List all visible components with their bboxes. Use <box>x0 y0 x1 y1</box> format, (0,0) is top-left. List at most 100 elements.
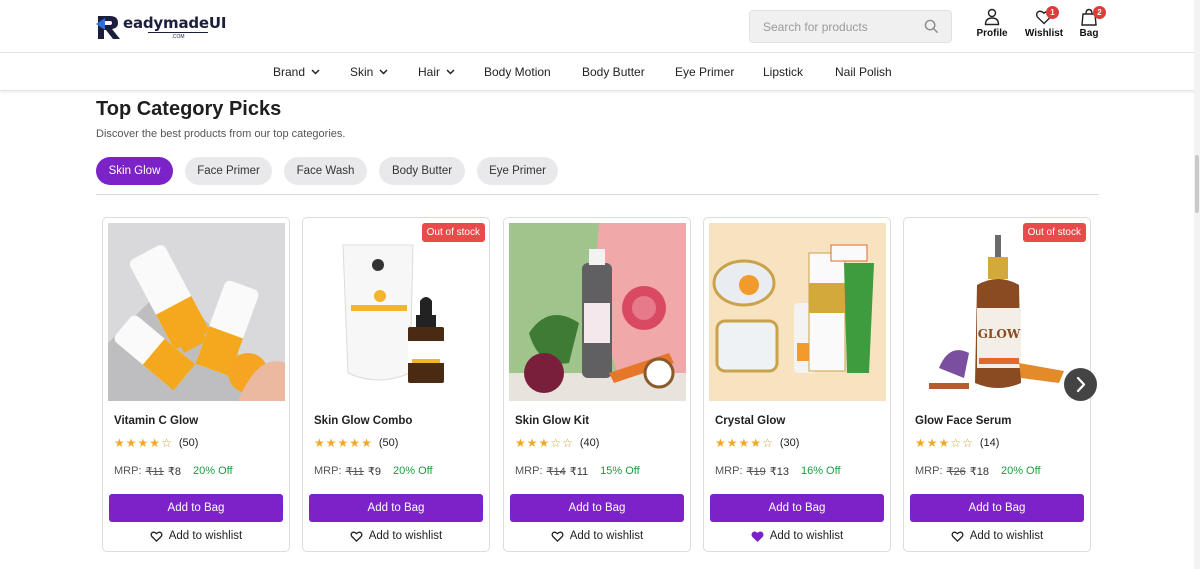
star-empty-icon: ☆ <box>161 436 172 450</box>
product-image[interactable] <box>709 223 886 401</box>
mrp-label: MRP: <box>915 465 943 477</box>
star-filled-icon: ★ <box>715 436 726 450</box>
nav-item-brand[interactable]: Brand <box>273 65 320 79</box>
tab-skin-glow[interactable]: Skin Glow <box>96 157 173 185</box>
product-image[interactable] <box>108 223 285 401</box>
star-filled-icon: ★ <box>515 436 526 450</box>
product-image[interactable] <box>308 223 485 401</box>
add-to-bag-button[interactable]: Add to Bag <box>109 494 283 522</box>
product-card[interactable]: GLOW Out of stock Glow Face Serum ★ ★ ★ ☆ ☆ … <box>903 217 1091 552</box>
nav-label: Skin <box>350 65 374 79</box>
top-header: eadymadeUI .COM Profile 1 Wishlist 2 Bag <box>0 0 1200 53</box>
tab-eye-primer[interactable]: Eye Primer <box>477 157 558 185</box>
product-price: MRP: ₹11 ₹9 20% Off <box>314 465 433 478</box>
add-to-bag-button[interactable]: Add to Bag <box>910 494 1084 522</box>
nav-label: Hair <box>418 65 441 79</box>
add-to-wishlist-button[interactable]: Add to wishlist <box>704 530 890 542</box>
wishlist-button[interactable]: 1 Wishlist <box>1024 6 1064 39</box>
add-to-bag-button[interactable]: Add to Bag <box>710 494 884 522</box>
add-to-wishlist-button[interactable]: Add to wishlist <box>103 530 289 542</box>
search-box <box>749 10 952 43</box>
star-filled-icon: ★ <box>926 436 938 450</box>
mrp-label: MRP: <box>715 465 743 477</box>
nav-item-body-butter[interactable]: Body Butter <box>582 65 645 79</box>
page-scrollbar[interactable] <box>1194 0 1200 569</box>
discount-label: 15% Off <box>600 465 640 477</box>
product-image[interactable] <box>509 223 686 401</box>
carousel-next-button[interactable] <box>1064 368 1097 401</box>
current-price: ₹13 <box>769 466 789 478</box>
old-price: ₹14 <box>546 466 566 478</box>
star-filled-icon: ★ <box>149 436 161 450</box>
star-filled-icon: ★ <box>114 436 125 450</box>
product-rating: ★ ★ ★ ☆ ☆ (14) <box>915 436 999 450</box>
add-to-bag-button[interactable]: Add to Bag <box>309 494 483 522</box>
product-name[interactable]: Crystal Glow <box>715 415 785 427</box>
discount-label: 20% Off <box>1000 465 1041 477</box>
tab-face-primer[interactable]: Face Primer <box>185 157 272 185</box>
tab-body-butter[interactable]: Body Butter <box>379 157 465 185</box>
add-to-wishlist-button[interactable]: Add to wishlist <box>303 530 489 542</box>
current-price: ₹9 <box>367 466 382 478</box>
nav-item-lipstick[interactable]: Lipstick <box>763 65 803 79</box>
bag-label: Bag <box>1079 28 1099 39</box>
product-card[interactable]: Out of stock Skin Glow Combo ★ ★ ★ ★ ★ (50) … <box>302 217 490 552</box>
star-filled-icon: ★ <box>125 436 137 450</box>
star-filled-icon: ★ <box>538 436 550 450</box>
wishlist-label: Wishlist <box>1024 28 1064 39</box>
product-name[interactable]: Skin Glow Combo <box>314 415 412 427</box>
product-rating: ★ ★ ★ ☆ ☆ (40) <box>515 436 599 450</box>
product-card[interactable]: Vitamin C Glow ★ ★ ★ ★ ☆ (50) MRP: ₹11 ₹8 20… <box>102 217 290 552</box>
add-to-bag-button[interactable]: Add to Bag <box>510 494 684 522</box>
tab-face-wash[interactable]: Face Wash <box>284 157 367 185</box>
heart-filled-icon <box>751 531 764 542</box>
star-filled-icon: ★ <box>726 436 738 450</box>
star-empty-icon: ☆ <box>950 436 962 450</box>
discount-label: 16% Off <box>800 465 841 477</box>
product-card[interactable]: Crystal Glow ★ ★ ★ ★ ☆ (30) MRP: ₹19 ₹13 16%… <box>703 217 891 552</box>
product-image[interactable]: GLOW <box>909 223 1086 401</box>
current-price: ₹18 <box>969 466 989 478</box>
nav-item-body-motion[interactable]: Body Motion <box>484 65 551 79</box>
star-empty-icon: ☆ <box>962 436 973 450</box>
nav-label: Eye Primer <box>675 65 735 79</box>
product-rating: ★ ★ ★ ★ ☆ (30) <box>715 436 799 450</box>
section-title: Top Category Picks <box>96 98 282 120</box>
product-price: MRP: ₹19 ₹13 16% Off <box>715 465 841 478</box>
heart-outline-icon <box>551 531 564 542</box>
product-card[interactable]: Skin Glow Kit ★ ★ ★ ☆ ☆ (40) MRP: ₹14 ₹11 15… <box>503 217 691 552</box>
heart-outline-icon <box>350 531 363 542</box>
discount-label: 20% Off <box>393 465 433 477</box>
product-name[interactable]: Skin Glow Kit <box>515 415 589 427</box>
product-name[interactable]: Glow Face Serum <box>915 415 1012 427</box>
nav-item-skin[interactable]: Skin <box>350 65 388 79</box>
current-price: ₹8 <box>167 466 182 478</box>
nav-item-hair[interactable]: Hair <box>418 65 455 79</box>
nav-item-nail-polish[interactable]: Nail Polish <box>835 65 892 79</box>
brand-logo[interactable]: eadymadeUI .COM <box>96 12 226 42</box>
search-icon[interactable] <box>924 19 939 34</box>
old-price: ₹19 <box>746 466 766 478</box>
nav-label: Lipstick <box>763 65 804 79</box>
scrollbar-thumb[interactable] <box>1195 155 1199 213</box>
review-count: (50) <box>378 437 399 449</box>
add-to-wishlist-button[interactable]: Add to wishlist <box>904 530 1090 542</box>
bag-button[interactable]: 2 Bag <box>1077 6 1106 39</box>
chevron-down-icon <box>446 69 455 75</box>
mrp-label: MRP: <box>515 465 543 477</box>
brand-name: eadymadeUI <box>123 14 227 32</box>
search-input[interactable] <box>750 11 910 42</box>
wishlist-label: Add to wishlist <box>368 530 443 542</box>
nav-label: Body Motion <box>484 65 551 79</box>
discount-label: 20% Off <box>193 465 233 477</box>
mrp-label: MRP: <box>314 465 342 477</box>
star-filled-icon: ★ <box>738 436 750 450</box>
star-filled-icon: ★ <box>915 436 926 450</box>
review-count: (40) <box>579 437 600 449</box>
category-nav: Brand Skin Hair Body Motion Body Butter … <box>0 53 1200 91</box>
add-to-wishlist-button[interactable]: Add to wishlist <box>504 530 690 542</box>
nav-item-eye-primer[interactable]: Eye Primer <box>675 65 734 79</box>
product-price: MRP: ₹11 ₹8 20% Off <box>114 465 233 478</box>
product-name[interactable]: Vitamin C Glow <box>114 415 198 427</box>
profile-button[interactable]: Profile <box>975 8 1009 39</box>
